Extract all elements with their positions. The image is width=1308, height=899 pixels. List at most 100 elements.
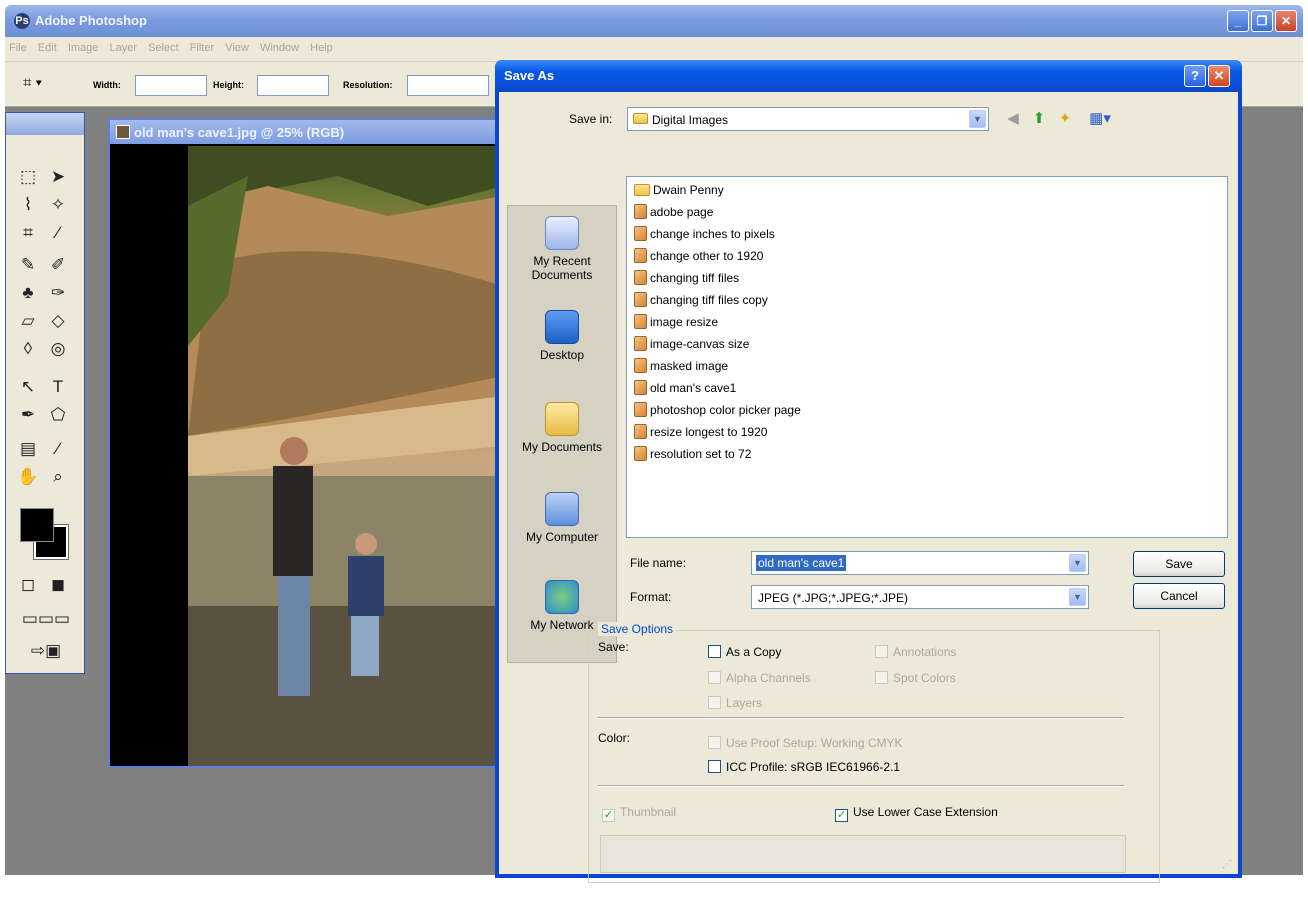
checkbox-box [875, 645, 888, 658]
list-item[interactable]: masked image [634, 357, 728, 375]
resize-grip-icon[interactable]: ⋰ [1222, 859, 1232, 870]
menu-file[interactable]: File [5, 37, 31, 59]
up-folder-icon[interactable]: ⬆ [1029, 109, 1049, 129]
type-tool-icon[interactable]: T [46, 375, 70, 399]
minimize-button[interactable]: _ [1227, 10, 1249, 32]
list-item[interactable]: change other to 1920 [634, 247, 763, 265]
file-icon [634, 292, 647, 307]
screen-mode-icons[interactable]: ▭▭▭ [16, 607, 76, 631]
list-item[interactable]: old man's cave1 [634, 379, 736, 397]
quick-mask-mode-icon[interactable]: ◼ [46, 573, 70, 597]
restore-button[interactable]: ❐ [1251, 10, 1273, 32]
list-item[interactable]: changing tiff files copy [634, 291, 768, 309]
menu-select[interactable]: Select [144, 37, 183, 59]
list-item[interactable]: resize longest to 1920 [634, 423, 767, 441]
chevron-down-icon[interactable]: ▼ [1069, 588, 1086, 606]
path-selection-tool-icon[interactable]: ↖ [16, 375, 40, 399]
menu-edit[interactable]: Edit [34, 37, 61, 59]
photo-scene [188, 146, 503, 766]
healing-brush-tool-icon[interactable]: ✎ [16, 253, 40, 277]
help-button[interactable]: ? [1184, 65, 1206, 87]
jump-to-imageready-icon[interactable]: ⇨▣ [16, 639, 76, 663]
checkbox-box[interactable]: ✓ [835, 809, 848, 822]
width-input[interactable] [135, 75, 207, 96]
save-button[interactable]: Save [1133, 551, 1225, 577]
crop-tool-preset-icon[interactable]: ⌗ ▾ [23, 74, 63, 96]
file-icon [634, 380, 647, 395]
list-item[interactable]: adobe page [634, 203, 713, 221]
resolution-input[interactable] [407, 75, 489, 96]
eyedropper-tool-icon[interactable]: ⁄ [46, 437, 70, 461]
view-menu-icon[interactable]: ▦▾ [1083, 109, 1117, 129]
list-item[interactable]: photoshop color picker page [634, 401, 801, 419]
move-tool-icon[interactable]: ➤ [46, 165, 70, 189]
checkbox-box[interactable] [708, 760, 721, 773]
menu-filter[interactable]: Filter [186, 37, 218, 59]
height-input[interactable] [257, 75, 329, 96]
save-in-dropdown[interactable]: Digital Images ▼ [627, 107, 989, 131]
brush-tool-icon[interactable]: ✐ [46, 253, 70, 277]
paint-bucket-tool-icon[interactable]: ◇ [46, 309, 70, 333]
hand-tool-icon[interactable]: ✋ [16, 465, 40, 489]
zoom-tool-icon[interactable]: ⌕ [46, 465, 70, 489]
standard-mode-icon[interactable]: ◻ [16, 573, 40, 597]
chevron-down-icon[interactable]: ▼ [1069, 554, 1086, 572]
dialog-close-button[interactable]: ✕ [1208, 65, 1230, 87]
cancel-button[interactable]: Cancel [1133, 583, 1225, 609]
as-a-copy-checkbox[interactable]: As a Copy [708, 645, 781, 659]
menu-layer[interactable]: Layer [105, 37, 141, 59]
shape-tool-icon[interactable]: ⬠ [46, 403, 70, 427]
icc-profile-checkbox[interactable]: ICC Profile: sRGB IEC61966-2.1 [708, 760, 900, 774]
magic-wand-tool-icon[interactable]: ✧ [46, 193, 70, 217]
checkbox-box[interactable] [708, 645, 721, 658]
file-name-input[interactable]: old man's cave1 ▼ [751, 551, 1089, 575]
blur-tool-icon[interactable]: ◊ [16, 337, 40, 361]
list-item[interactable]: resolution set to 72 [634, 445, 751, 463]
place-label: My Network [530, 618, 594, 632]
chevron-down-icon[interactable]: ▼ [969, 110, 986, 128]
menu-help[interactable]: Help [306, 37, 337, 59]
list-item[interactable]: image resize [634, 313, 718, 331]
file-list[interactable]: Dwain Penny adobe page change inches to … [626, 176, 1228, 538]
save-as-dialog: Save As ? ✕ Save in: Digital Images ▼ ◀ … [495, 60, 1242, 883]
place-desktop[interactable]: Desktop [508, 310, 616, 362]
notes-tool-icon[interactable]: ▤ [16, 437, 40, 461]
crop-tool-icon[interactable]: ⌗ [16, 221, 40, 245]
width-label: Width: [93, 80, 121, 90]
photoshop-title-bar[interactable]: Ps Adobe Photoshop _ ❐ ✕ [5, 5, 1303, 37]
pen-tool-icon[interactable]: ✒ [16, 403, 40, 427]
clone-stamp-tool-icon[interactable]: ♣ [16, 281, 40, 305]
file-icon [634, 446, 647, 461]
list-item[interactable]: image-canvas size [634, 335, 749, 353]
use-lower-case-extension-checkbox[interactable]: ✓ Use Lower Case Extension [835, 805, 998, 822]
menu-image[interactable]: Image [64, 37, 103, 59]
back-icon[interactable]: ◀ [1003, 109, 1023, 129]
file-name-value[interactable]: old man's cave1 [756, 555, 847, 571]
foreground-color-swatch[interactable] [20, 508, 54, 542]
menu-view[interactable]: View [221, 37, 253, 59]
document-photo[interactable] [188, 146, 503, 766]
format-dropdown[interactable]: JPEG (*.JPG;*.JPEG;*.JPE) ▼ [751, 585, 1089, 609]
slice-tool-icon[interactable]: ⁄ [46, 221, 70, 245]
list-item[interactable]: Dwain Penny [634, 181, 724, 199]
lasso-tool-icon[interactable]: ⌇ [16, 193, 40, 217]
list-item[interactable]: change inches to pixels [634, 225, 775, 243]
document-title-bar[interactable]: old man's cave1.jpg @ 25% (RGB) [110, 120, 501, 144]
close-app-button[interactable]: ✕ [1275, 10, 1297, 32]
dodge-tool-icon[interactable]: ◎ [46, 337, 70, 361]
place-my-computer[interactable]: My Computer [508, 492, 616, 544]
toolbox-header[interactable] [6, 113, 84, 135]
dialog-body: Save in: Digital Images ▼ ◀ ⬆ ✦ ▦▾ My Re… [499, 92, 1238, 883]
app-title: Adobe Photoshop [35, 13, 147, 28]
list-item[interactable]: changing tiff files [634, 269, 739, 287]
place-my-documents[interactable]: My Documents [508, 402, 616, 454]
menu-window[interactable]: Window [256, 37, 303, 59]
eraser-tool-icon[interactable]: ▱ [16, 309, 40, 333]
place-label: Desktop [539, 348, 585, 362]
my-documents-icon [545, 402, 579, 436]
place-my-recent-documents[interactable]: My Recent Documents [508, 216, 616, 282]
marquee-tool-icon[interactable]: ⬚ [16, 165, 40, 189]
history-brush-tool-icon[interactable]: ✑ [46, 281, 70, 305]
dialog-title-bar[interactable]: Save As ? ✕ [495, 60, 1242, 92]
new-folder-icon[interactable]: ✦ [1055, 109, 1075, 129]
